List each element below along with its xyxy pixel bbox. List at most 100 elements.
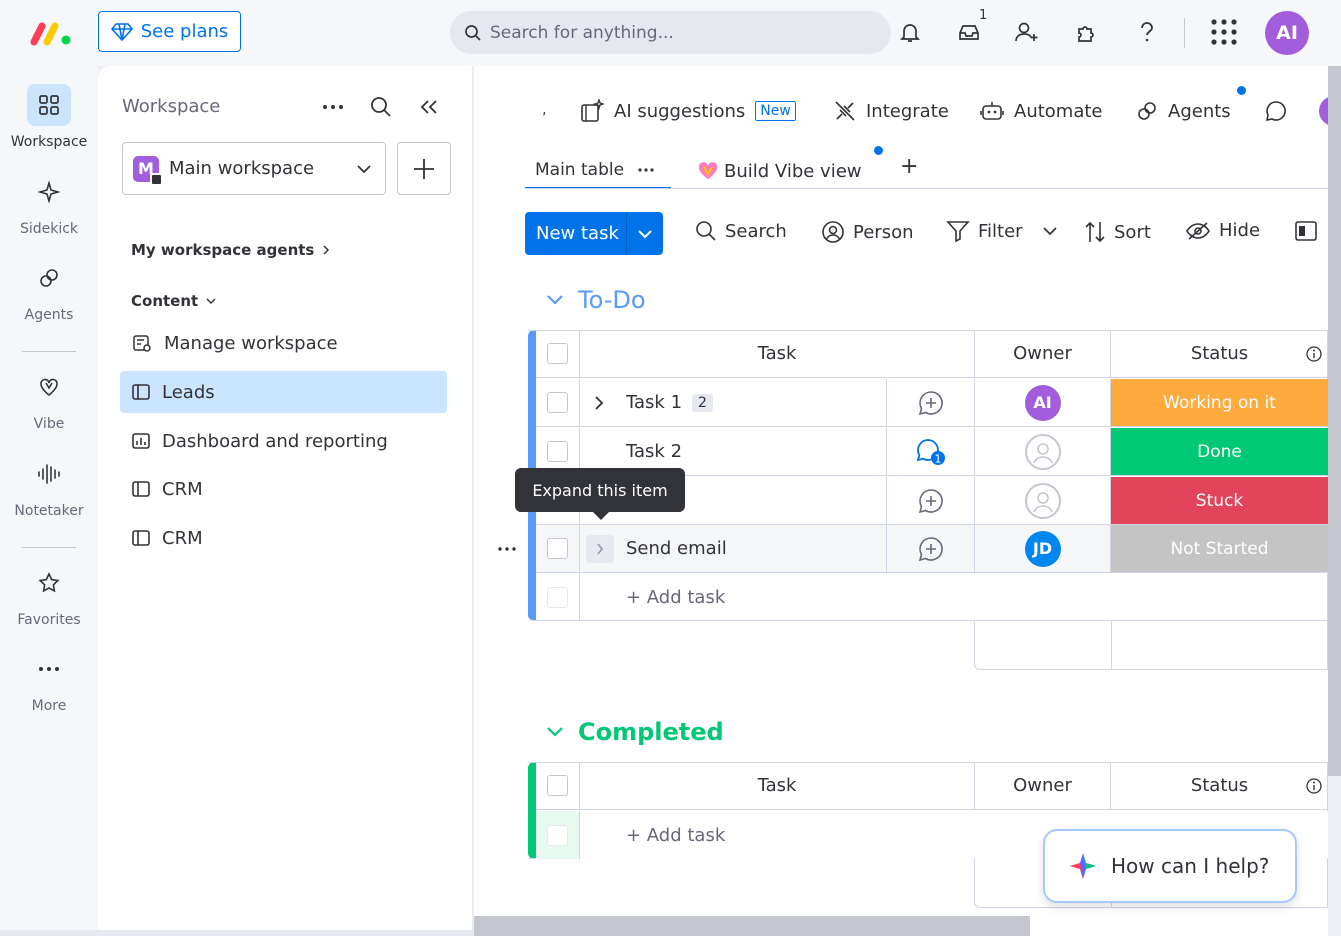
apps-grid-icon[interactable] [1210, 18, 1238, 46]
panel-item-dashboard[interactable]: Dashboard and reporting [120, 420, 447, 462]
task-cell[interactable]: Send email [580, 525, 887, 572]
select-all-checkbox[interactable] [536, 762, 580, 809]
owner-cell[interactable] [975, 477, 1111, 524]
search-button[interactable]: Search [695, 220, 787, 242]
vibe-icon [27, 366, 71, 408]
add-update-icon[interactable] [887, 525, 975, 572]
puzzle-icon[interactable] [1073, 18, 1101, 46]
status-done[interactable]: Done [1111, 428, 1328, 475]
collapse-icon[interactable] [416, 94, 442, 120]
row-checkbox[interactable] [536, 379, 580, 426]
panel-item-leads[interactable]: Leads [120, 371, 447, 413]
person-filter-button[interactable]: Person [821, 220, 914, 244]
updates-count: 1 [934, 452, 941, 465]
group-title-label: Completed [578, 718, 724, 746]
rail-item-more[interactable]: More [0, 648, 98, 714]
sort-button[interactable]: Sort [1084, 220, 1151, 244]
rail-item-sidekick[interactable]: Sidekick [0, 171, 98, 237]
expand-item-button[interactable] [586, 534, 614, 563]
owner-cell[interactable] [975, 428, 1111, 475]
board-icon [132, 530, 150, 546]
chevron-right-icon[interactable] [594, 395, 604, 411]
updates-icon[interactable]: 1 [887, 428, 975, 475]
ai-suggestions-label: AI suggestions [614, 100, 746, 122]
left-rail: Workspace Sidekick Agents Vibe Notetaker… [0, 66, 98, 936]
panel-item-crm[interactable]: CRM [120, 468, 447, 510]
chevron-down-icon[interactable] [546, 294, 564, 306]
group-title-completed[interactable]: Completed [546, 718, 724, 746]
add-view-button[interactable]: + [900, 154, 918, 179]
rail-item-agents[interactable]: Agents [0, 257, 98, 323]
owner-cell[interactable]: JD [975, 525, 1111, 572]
content-section-toggle[interactable]: Content [131, 292, 216, 310]
panel-item-manage-workspace[interactable]: Manage workspace [120, 322, 447, 364]
column-header-task[interactable]: Task [580, 330, 975, 377]
layout-icon[interactable] [1294, 220, 1318, 242]
add-task-row[interactable]: + Add task [536, 573, 1328, 621]
column-header-status[interactable]: Status [1111, 762, 1328, 809]
status-working-on-it[interactable]: Working on it [1111, 379, 1328, 426]
more-dots-icon[interactable] [320, 94, 346, 120]
info-icon[interactable] [1306, 777, 1322, 794]
user-avatar[interactable]: AI [1265, 11, 1309, 55]
rail-item-vibe[interactable]: Vibe [0, 366, 98, 432]
add-task-input[interactable]: + Add task [580, 573, 1328, 621]
table-row[interactable]: Task 1 2 AI Working on it [536, 379, 1328, 427]
chat-icon[interactable] [1264, 96, 1288, 126]
invite-icon[interactable] [1013, 18, 1041, 46]
ai-help-button[interactable]: How can I help? [1043, 829, 1297, 903]
robot-icon [980, 102, 1004, 120]
rail-item-workspace[interactable]: Workspace [0, 84, 98, 150]
row-checkbox[interactable] [536, 525, 580, 572]
row-checkbox [536, 811, 580, 859]
hide-button[interactable]: Hide [1185, 220, 1260, 241]
agents-button[interactable]: Agents [1136, 96, 1231, 126]
user-avatar-partial[interactable] [1319, 96, 1328, 126]
rail-item-notetaker[interactable]: Notetaker [0, 453, 98, 519]
column-header-status[interactable]: Status [1111, 330, 1328, 377]
row-more-dots-icon[interactable] [498, 547, 516, 551]
vertical-scrollbar[interactable] [1328, 66, 1341, 776]
task-cell[interactable]: Task 1 2 [580, 379, 887, 426]
help-icon[interactable] [1133, 18, 1161, 46]
summary-row [974, 620, 1328, 670]
column-header-task[interactable]: Task [580, 762, 975, 809]
group-title-todo[interactable]: To-Do [546, 286, 646, 314]
owner-cell[interactable]: AI [975, 379, 1111, 426]
tab-build-vibe-view[interactable]: Build Vibe view [698, 153, 862, 189]
tab-main-table[interactable]: Main table [525, 153, 671, 189]
table-row[interactable]: Send email JD Not Started [536, 525, 1328, 573]
info-icon[interactable] [1306, 345, 1322, 362]
rail-item-favorites[interactable]: Favorites [0, 562, 98, 628]
add-update-icon[interactable] [887, 477, 975, 524]
panel-bottom-strip [0, 930, 474, 936]
add-update-icon[interactable] [887, 379, 975, 426]
status-not-started[interactable]: Not Started [1111, 525, 1328, 572]
search-icon[interactable] [368, 94, 394, 120]
workspace-selector[interactable]: M Main workspace [122, 142, 386, 195]
horizontal-scrollbar[interactable] [474, 916, 1030, 936]
integrate-icon [835, 101, 855, 121]
filter-button[interactable]: Filter [946, 220, 1057, 242]
global-search-input[interactable]: Search for anything... [450, 11, 891, 54]
ai-suggestions-button[interactable]: AI suggestions New [580, 96, 796, 126]
select-all-checkbox[interactable] [536, 330, 580, 377]
automate-button[interactable]: Automate [980, 96, 1103, 126]
agents-icon [27, 257, 71, 299]
more-dots-icon[interactable] [638, 168, 654, 172]
column-header-owner[interactable]: Owner [975, 330, 1111, 377]
new-task-dropdown[interactable] [626, 212, 663, 255]
search-placeholder: Search for anything... [490, 22, 674, 43]
status-stuck[interactable]: Stuck [1111, 477, 1328, 524]
bell-icon[interactable] [896, 18, 924, 46]
chevron-down-icon[interactable] [1042, 226, 1057, 236]
panel-item-crm[interactable]: CRM [120, 517, 447, 559]
monday-logo[interactable] [30, 20, 74, 46]
new-task-button[interactable]: New task [525, 212, 663, 255]
see-plans-button[interactable]: See plans [98, 11, 241, 52]
add-button[interactable] [397, 142, 451, 195]
integrate-button[interactable]: Integrate [834, 96, 949, 126]
chevron-down-icon[interactable] [546, 726, 564, 738]
column-header-owner[interactable]: Owner [975, 762, 1111, 809]
workspace-agents-link[interactable]: My workspace agents [131, 241, 330, 259]
